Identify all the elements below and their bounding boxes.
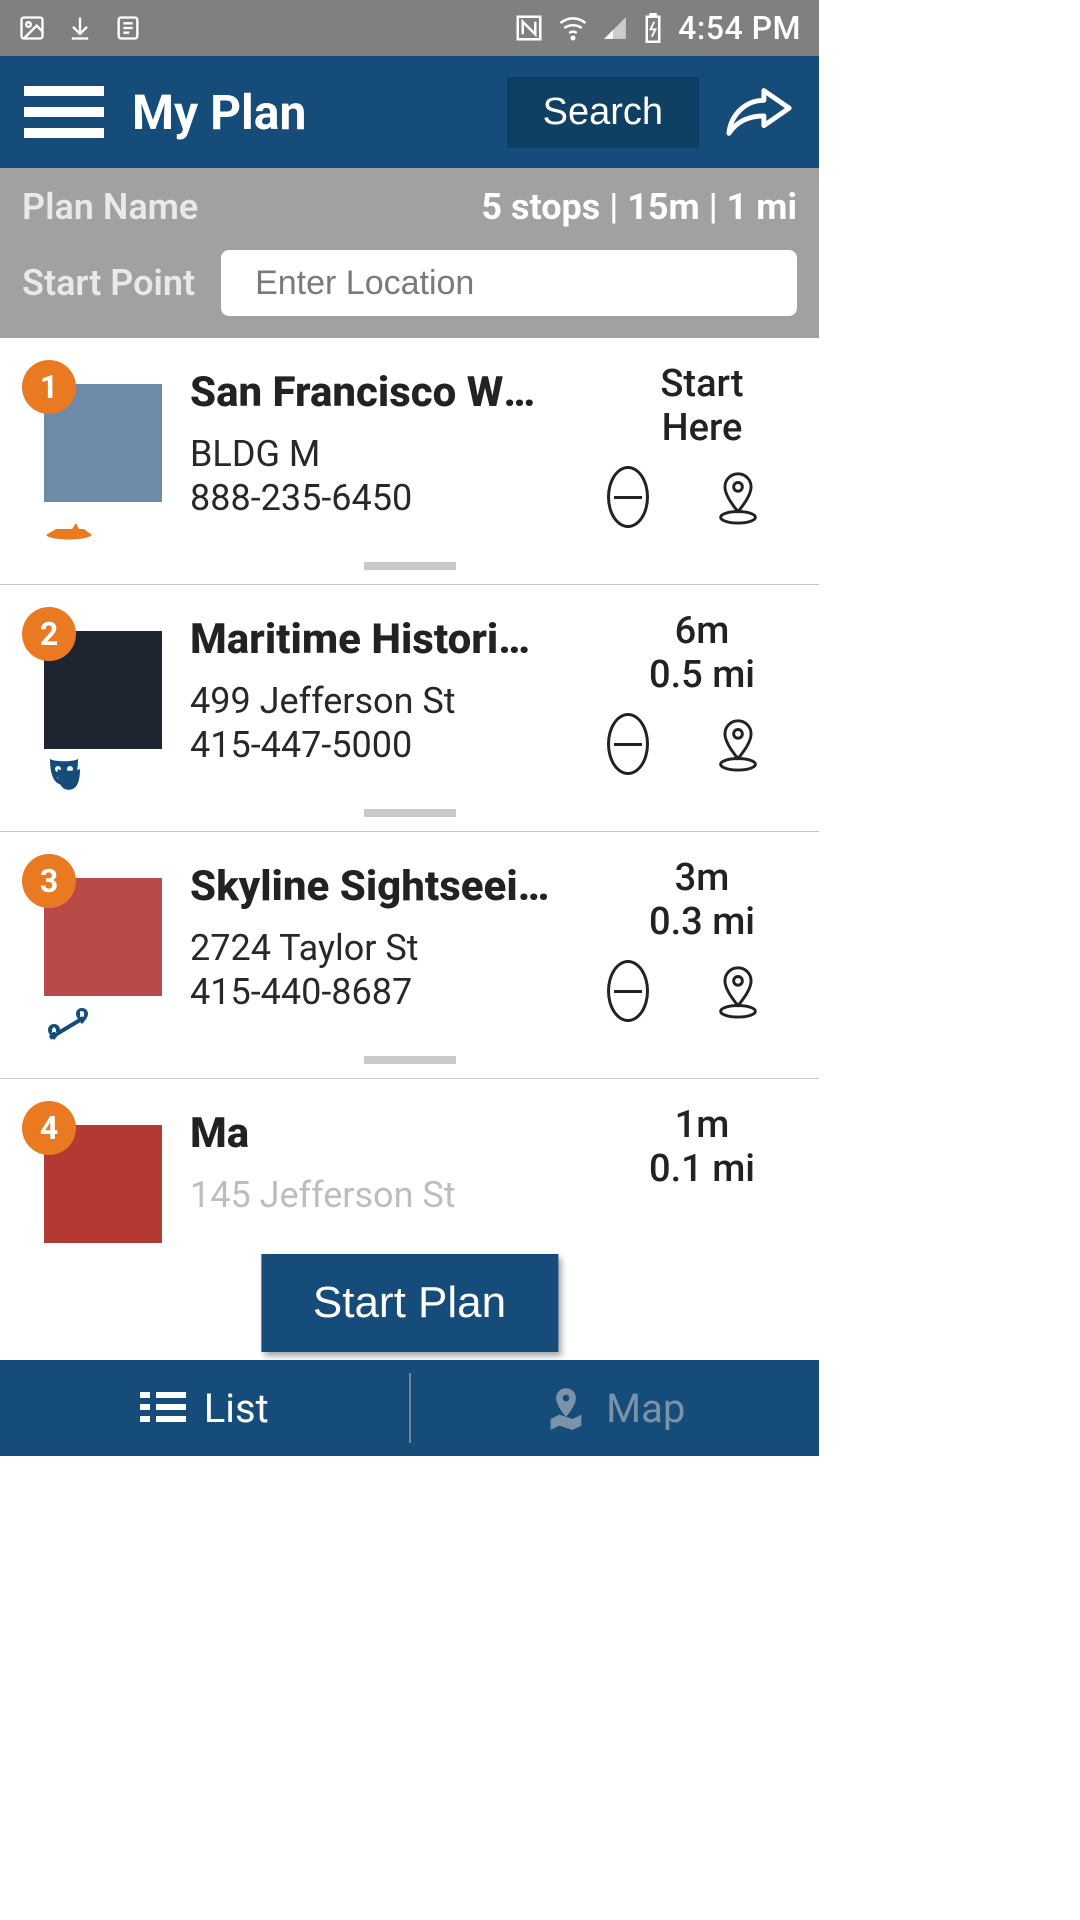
boat-icon	[44, 508, 170, 552]
stop-title: Ma	[190, 1109, 550, 1158]
plan-name-label: Plan Name	[22, 186, 198, 228]
search-button[interactable]: Search	[507, 77, 699, 148]
stop-address: 499 Jefferson St	[190, 680, 597, 722]
battery-icon	[642, 13, 664, 43]
plan-stats: 5 stops | 15m | 1 mi	[481, 186, 797, 228]
share-icon[interactable]	[725, 84, 795, 140]
stop-badge: 1	[22, 360, 76, 414]
stop-address: 145 Jefferson St	[190, 1174, 597, 1216]
drag-handle[interactable]	[364, 562, 456, 570]
list-icon	[140, 1390, 186, 1426]
clipboard-icon	[114, 14, 142, 42]
drag-handle[interactable]	[364, 809, 456, 817]
stop-address: 2724 Taylor St	[190, 927, 597, 969]
stop-item[interactable]: 1 San Francisco Wh... BLDG M 888-235-645…	[0, 338, 819, 585]
stop-badge: 4	[22, 1101, 76, 1155]
page-title: My Plan	[132, 84, 507, 141]
plan-header: Plan Name 5 stops | 15m | 1 mi Start Poi…	[0, 168, 819, 338]
menu-button[interactable]	[24, 86, 104, 138]
stop-phone: 888-235-6450	[190, 477, 597, 519]
stop-item[interactable]: 2 Maritime Historic ... 499 Jefferson St…	[0, 585, 819, 832]
svg-text:A: A	[51, 1026, 57, 1035]
remove-button[interactable]	[607, 466, 649, 528]
start-point-input[interactable]	[221, 250, 797, 316]
app-bar: My Plan Search	[0, 56, 819, 168]
tab-list-label: List	[204, 1385, 269, 1432]
start-point-label: Start Point	[22, 262, 195, 304]
route-icon: BA	[44, 1002, 170, 1046]
locate-button[interactable]	[709, 466, 767, 528]
stop-meta-1: 1m	[607, 1103, 797, 1147]
stop-title: Maritime Historic ...	[190, 615, 550, 664]
tab-map[interactable]: Map	[411, 1360, 820, 1456]
stop-meta-2: 0.3 mi	[607, 900, 797, 944]
download-icon	[66, 14, 94, 42]
stop-phone: 415-447-5000	[190, 724, 597, 766]
locate-button[interactable]	[709, 960, 767, 1022]
nfc-icon	[514, 13, 544, 43]
stop-badge: 2	[22, 607, 76, 661]
stop-item[interactable]: 3 BA Skyline Sightseeing 2724 Taylor St …	[0, 832, 819, 1079]
stop-address: BLDG M	[190, 433, 597, 475]
stop-item[interactable]: 4 Ma 145 Jefferson St 1m 0.1 mi	[0, 1079, 819, 1283]
remove-button[interactable]	[607, 960, 649, 1022]
stop-badge: 3	[22, 854, 76, 908]
signal-icon	[602, 15, 628, 41]
drag-handle[interactable]	[364, 1056, 456, 1064]
stop-meta-1: 6m	[607, 609, 797, 653]
stop-meta-2: 0.1 mi	[607, 1147, 797, 1191]
stop-title: Skyline Sightseeing	[190, 862, 550, 911]
stop-meta-2: 0.5 mi	[607, 653, 797, 697]
tab-list[interactable]: List	[0, 1360, 409, 1456]
status-right: 4:54 PM	[514, 9, 801, 47]
stop-meta-1: Start	[607, 362, 797, 406]
locate-button[interactable]	[709, 713, 767, 775]
bottom-nav: List Map	[0, 1360, 819, 1456]
theater-icon	[44, 755, 170, 799]
svg-text:B: B	[80, 1010, 85, 1019]
tab-map-label: Map	[606, 1385, 685, 1432]
stop-meta-2: Here	[607, 406, 797, 450]
remove-button[interactable]	[607, 713, 649, 775]
map-pin-icon	[544, 1386, 588, 1430]
status-time: 4:54 PM	[678, 9, 801, 47]
stop-meta-1: 3m	[607, 856, 797, 900]
stop-phone: 415-440-8687	[190, 971, 597, 1013]
stop-title: San Francisco Wh...	[190, 368, 550, 417]
status-left-icons	[18, 14, 142, 42]
image-icon	[18, 14, 46, 42]
stop-list: 1 San Francisco Wh... BLDG M 888-235-645…	[0, 338, 819, 1283]
status-bar: 4:54 PM	[0, 0, 819, 56]
start-plan-button[interactable]: Start Plan	[261, 1254, 558, 1352]
wifi-icon	[558, 13, 588, 43]
